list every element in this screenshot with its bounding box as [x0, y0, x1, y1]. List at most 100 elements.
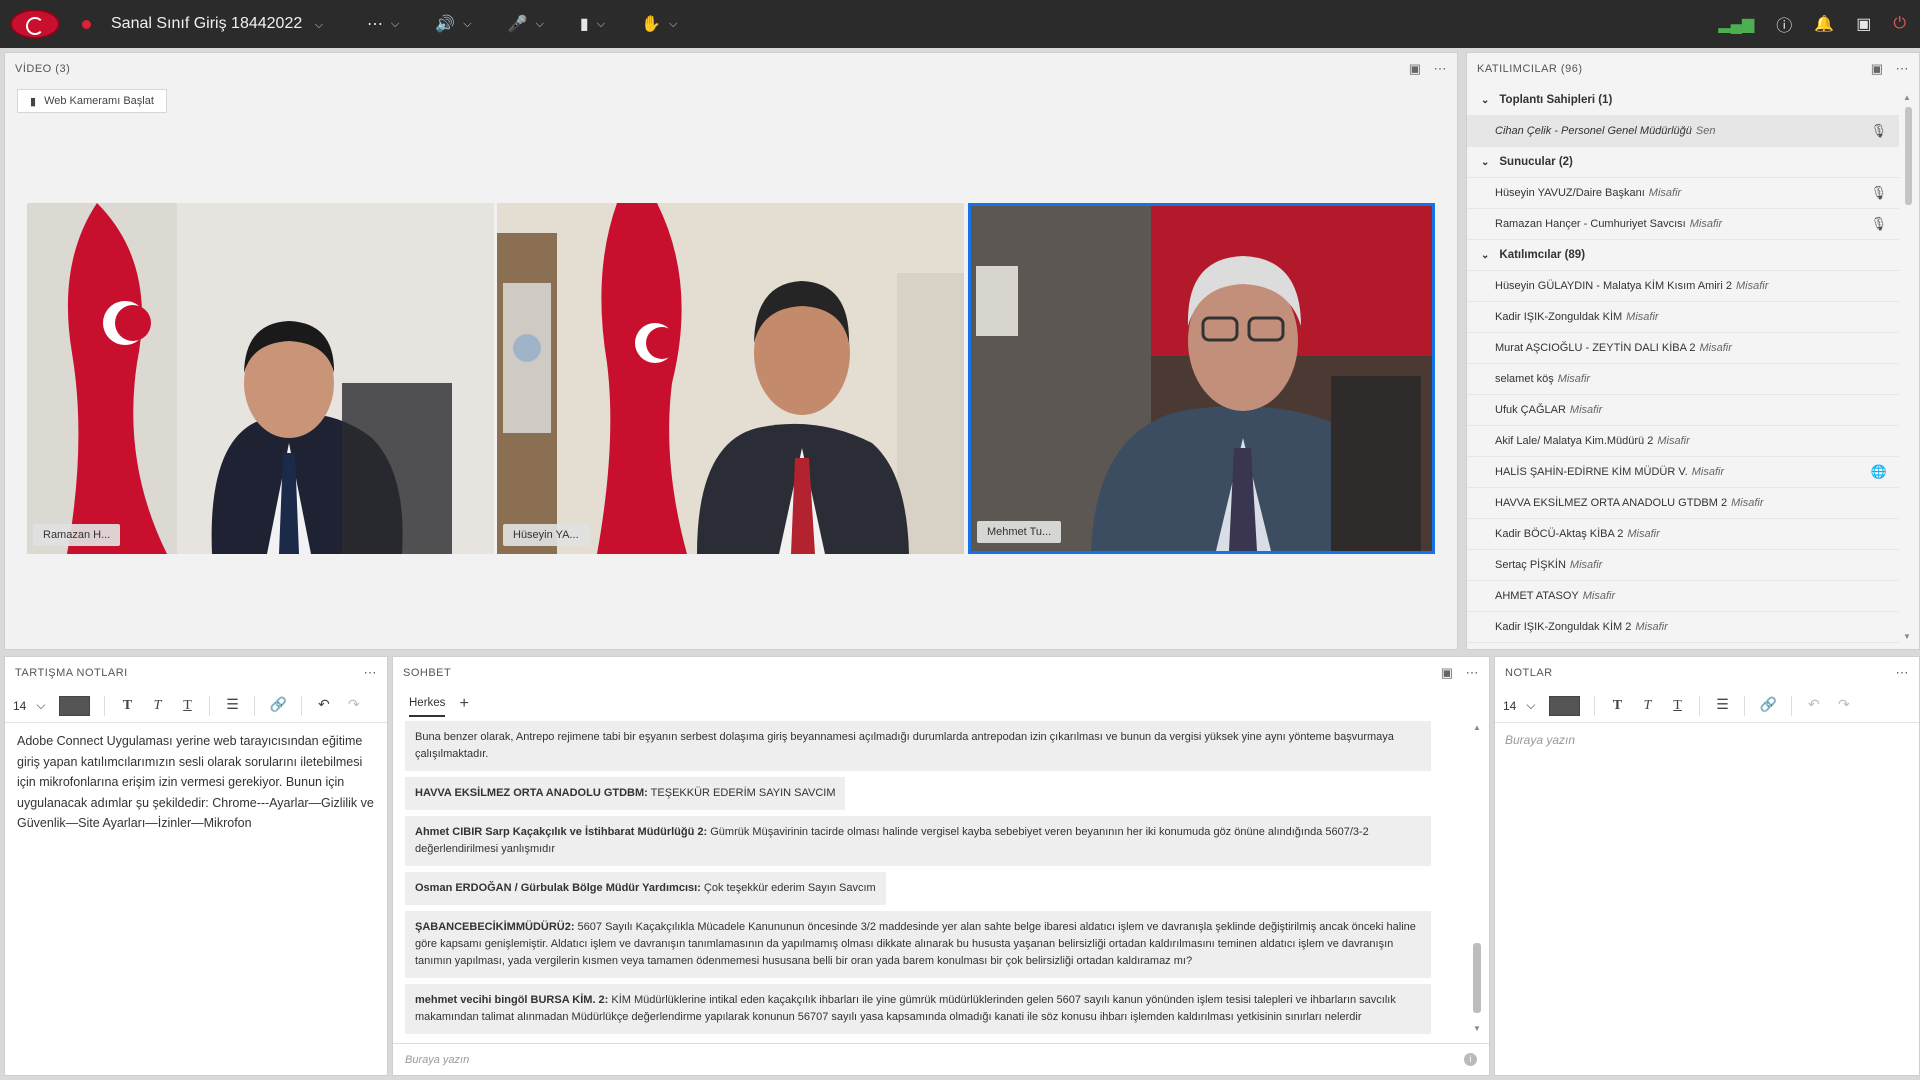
bullet-list-icon[interactable]: ☰: [1714, 697, 1730, 714]
tab-everyone[interactable]: Herkes: [409, 691, 446, 717]
camera-button[interactable]: ▮ ⌵: [580, 14, 605, 34]
discussion-notes-body[interactable]: Adobe Connect Uygulaması yerine web tara…: [5, 723, 387, 842]
discussion-notes-header: TARTIŞMA NOTLARI ⋯: [5, 657, 387, 689]
info-icon[interactable]: i: [1464, 1053, 1477, 1066]
layout-button[interactable]: ⋯ ⌵: [367, 14, 399, 34]
meeting-title-menu[interactable]: Sanal Sınıf Giriş 18442022 ⌵: [111, 15, 323, 33]
scroll-down-icon[interactable]: ▼: [1473, 1024, 1481, 1033]
link-icon[interactable]: 🔗: [269, 697, 286, 714]
signal-icon[interactable]: ▂▄▆: [1718, 14, 1754, 34]
participant-scrollbar[interactable]: ▲ ▼: [1903, 93, 1913, 641]
bell-icon[interactable]: 🔔: [1814, 14, 1834, 34]
more-options-icon[interactable]: ⋯: [1896, 61, 1910, 77]
maximize-icon[interactable]: ▣: [1409, 61, 1422, 77]
participant-name: selamet köş: [1495, 373, 1554, 385]
bullet-list-icon[interactable]: ☰: [224, 697, 240, 714]
participant-role: Misafir: [1735, 280, 1769, 292]
microphone-button[interactable]: 🎤 ⌵: [508, 14, 544, 34]
participant-row[interactable]: HAVVA EKSİLMEZ ORTA ANADOLU GTDBM 2 Misaf…: [1467, 488, 1899, 519]
more-options-icon[interactable]: ⋯: [1896, 665, 1910, 681]
italic-icon[interactable]: T: [149, 698, 165, 714]
participant-name: Akif Lale/ Malatya Kim.Müdürü 2: [1495, 435, 1654, 447]
toolbar-divider: [209, 695, 211, 716]
participant-row[interactable]: selamet köş Misafir: [1467, 364, 1899, 395]
participant-group-header[interactable]: ⌄ Sunucular (2): [1467, 147, 1899, 178]
chat-message: HAVVA EKSİLMEZ ORTA ANADOLU GTDBM: TEŞEK…: [405, 777, 846, 810]
participant-row[interactable]: Kadir BÖCÜ-Aktaş KİBA 2 Misafir: [1467, 519, 1899, 550]
chevron-down-icon: ⌵: [535, 17, 544, 30]
maximize-icon[interactable]: ▣: [1871, 61, 1884, 77]
participants-pod-title: KATILIMCILAR (96): [1477, 63, 1583, 75]
participant-row[interactable]: Cihan Çelik - Personel Genel Müdürlüğü Se…: [1467, 116, 1899, 147]
participant-role: Misafir: [1731, 497, 1764, 509]
redo-icon[interactable]: ↷: [1836, 697, 1852, 714]
chevron-down-icon: ⌵: [668, 17, 678, 30]
notes-input[interactable]: Buraya yazın: [1495, 723, 1919, 757]
speaker-button[interactable]: 🔊 ⌵: [435, 14, 471, 34]
participant-row[interactable]: Kadir IŞIK-Zonguldak KİM 2 Misafir: [1467, 612, 1899, 643]
chat-tabs: Herkes +: [393, 689, 1489, 719]
scrollbar-thumb[interactable]: [1905, 107, 1912, 205]
participant-row[interactable]: Ufuk ÇAĞLAR Misafir: [1467, 395, 1899, 426]
underline-icon[interactable]: T: [179, 698, 195, 714]
underline-icon[interactable]: T: [1669, 698, 1685, 714]
participant-row[interactable]: AHMET ATASOY Misafir: [1467, 581, 1899, 612]
raise-hand-button[interactable]: ✋ ⌵: [641, 14, 677, 34]
scrollbar-thumb[interactable]: [1473, 943, 1481, 1013]
bold-icon[interactable]: T: [119, 698, 135, 714]
participant-row[interactable]: Kadir IŞIK-Zonguldak KİM Misafir: [1467, 302, 1899, 333]
participant-role: Misafir: [1569, 559, 1603, 571]
start-webcam-button[interactable]: ▮ Web Kameramı Başlat: [17, 89, 167, 113]
participant-group-header[interactable]: ⌄ Katılımcılar (89): [1467, 240, 1899, 271]
participant-role: Misafir: [1699, 342, 1732, 354]
participant-row[interactable]: Murat AŞCIOĞLU - ZEYTİN DALI KİBA 2 Misaf…: [1467, 333, 1899, 364]
participant-role: Misafir: [1691, 466, 1725, 478]
app-logo: [10, 9, 60, 39]
more-options-icon[interactable]: ⋯: [1434, 61, 1448, 77]
add-tab-icon[interactable]: +: [459, 695, 468, 713]
participant-role: Misafir: [1626, 311, 1659, 323]
video-pod: VİDEO (3) ▣ ⋯ ▮ Web Kameramı Başlat Rama…: [4, 52, 1458, 650]
maximize-icon[interactable]: ▣: [1441, 665, 1454, 681]
participants-pod: KATILIMCILAR (96) ▣ ⋯ ⌄ Toplantı Sahipler…: [1466, 52, 1920, 650]
video-tile-3-active-speaker[interactable]: Mehmet Tu...: [968, 203, 1435, 554]
font-size-select[interactable]: 14 ⌵: [13, 698, 45, 713]
notes-pod: NOTLAR ⋯ 14 ⌵ T T T ☰ 🔗 ↶ ↷ Buraya yazın: [1494, 656, 1920, 1076]
scroll-down-icon[interactable]: ▼: [1903, 632, 1911, 641]
undo-icon[interactable]: ↶: [1806, 697, 1822, 714]
video-tile-2[interactable]: Hüseyin YA...: [497, 203, 964, 554]
participant-group-header[interactable]: ⌄ Toplantı Sahipleri (1): [1467, 85, 1899, 116]
undo-icon[interactable]: ↶: [316, 697, 332, 714]
text-color-swatch[interactable]: [1549, 695, 1581, 716]
italic-icon[interactable]: T: [1639, 698, 1655, 714]
fullscreen-icon[interactable]: ▣: [1856, 14, 1871, 34]
microphone-icon: 🎙: [1870, 185, 1887, 200]
text-color-swatch[interactable]: [59, 695, 91, 716]
font-size-select[interactable]: 14 ⌵: [1503, 698, 1535, 713]
participant-row[interactable]: HALİS ŞAHİN-EDİRNE KİM MÜDÜR V. Misafir 🌐: [1467, 457, 1899, 488]
chat-message-list: Buna benzer olarak, Antrepo rejimene tab…: [405, 721, 1455, 1037]
help-icon[interactable]: ⓘ: [1776, 12, 1792, 36]
participant-group-label: Sunucular (2): [1499, 156, 1573, 168]
participant-row[interactable]: Akif Lale/ Malatya Kim.Müdürü 2 Misafir: [1467, 426, 1899, 457]
participant-row[interactable]: Ramazan Hançer - Cumhuriyet Savcısı Misaf…: [1467, 209, 1899, 240]
more-options-icon[interactable]: ⋯: [364, 665, 378, 681]
chat-input[interactable]: Buraya yazın i: [393, 1043, 1489, 1075]
chat-scrollbar[interactable]: ▲ ▼: [1471, 723, 1483, 1033]
scroll-up-icon[interactable]: ▲: [1903, 93, 1911, 102]
redo-icon[interactable]: ↷: [346, 697, 362, 714]
scroll-up-icon[interactable]: ▲: [1473, 723, 1481, 732]
participant-row[interactable]: Hüseyin GÜLAYDIN - Malatya KİM Kısım Ami…: [1467, 271, 1899, 302]
more-options-icon[interactable]: ⋯: [1466, 665, 1480, 681]
speaker-icon: 🔊: [435, 16, 456, 33]
participant-row[interactable]: Sertaç PİŞKİN Misafir: [1467, 550, 1899, 581]
chat-message-sender: Osman ERDOĞAN / Gürbulak Bölge Müdür Yar…: [415, 882, 701, 894]
discussion-notes-pod: TARTIŞMA NOTLARI ⋯ 14 ⌵ T T T ☰ 🔗 ↶ ↷ Ad…: [4, 656, 388, 1076]
participant-row[interactable]: Hüseyin YAVUZ/Daire Başkanı Misafir 🎙: [1467, 178, 1899, 209]
link-icon[interactable]: 🔗: [1759, 697, 1776, 714]
participant-role: Misafir: [1689, 218, 1723, 230]
power-icon[interactable]: ⏻: [1893, 15, 1906, 33]
chat-pod: SOHBET ▣ ⋯ Herkes + Buna benzer olarak, …: [392, 656, 1490, 1076]
bold-icon[interactable]: T: [1609, 698, 1625, 714]
video-tile-1[interactable]: Ramazan H...: [27, 203, 494, 554]
